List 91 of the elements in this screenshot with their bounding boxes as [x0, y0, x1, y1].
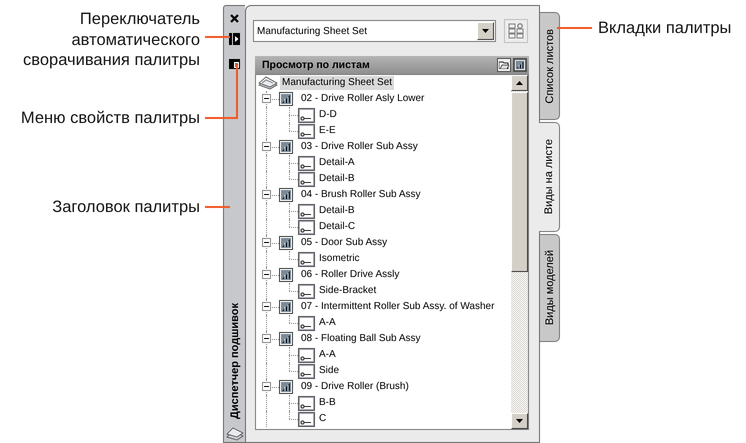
- leader-line: [205, 36, 230, 38]
- view-icon: [298, 348, 315, 362]
- sheet-icon: [279, 188, 293, 202]
- palette-tab[interactable]: Виды моделей: [540, 234, 560, 342]
- view-icon: [298, 412, 315, 426]
- close-button[interactable]: [230, 14, 239, 23]
- down-arrow-icon: [516, 419, 523, 423]
- view-name[interactable]: Detail-A: [317, 156, 357, 170]
- view-name[interactable]: Side: [317, 364, 342, 378]
- view-icon: [298, 364, 315, 378]
- view-name[interactable]: Detail-B: [317, 204, 357, 218]
- callout-label: Меню свойств палитры: [20, 108, 200, 128]
- callout-label: Заголовок палитры: [52, 197, 200, 218]
- view-icon: [298, 396, 315, 410]
- sheet-icon: [279, 300, 293, 314]
- view-icon: [298, 108, 315, 122]
- view-name[interactable]: B-B: [317, 396, 338, 410]
- view-icon: [298, 124, 315, 138]
- properties-menu-button[interactable]: [229, 59, 240, 69]
- leader-line: [205, 206, 230, 208]
- open-button[interactable]: [497, 58, 511, 72]
- view-name[interactable]: A-A: [317, 348, 338, 362]
- sheet-name[interactable]: 09 - Drive Roller (Brush): [299, 380, 411, 394]
- minus-icon: [263, 95, 270, 102]
- scroll-down-button[interactable]: [511, 413, 528, 429]
- view-name[interactable]: A-A: [317, 316, 338, 330]
- collapse-toggle[interactable]: [262, 190, 271, 199]
- minus-icon: [263, 303, 270, 310]
- minus-icon: [263, 383, 270, 390]
- sheet-name[interactable]: 02 - Drive Roller Asly Lower: [299, 92, 426, 106]
- collapse-toggle[interactable]: [262, 142, 271, 151]
- view-name[interactable]: Side-Bracket: [317, 284, 378, 298]
- window-icon: [229, 59, 240, 69]
- palette-tab[interactable]: Список листов: [540, 12, 560, 120]
- view-icon: [298, 252, 315, 266]
- scroll-up-button[interactable]: [511, 75, 528, 91]
- view-name[interactable]: Isometric: [317, 252, 362, 266]
- callout-label: Переключатель автоматического сворачивания палитры: [23, 9, 200, 70]
- view-icon: [298, 156, 315, 170]
- collapse-toggle[interactable]: [262, 382, 271, 391]
- minus-icon: [263, 143, 270, 150]
- view-icon: [298, 316, 315, 330]
- view-icon: [298, 284, 315, 298]
- bar-triangle-icon: [229, 33, 240, 45]
- scroll-thumb[interactable]: [511, 92, 528, 272]
- collapse-toggle[interactable]: [262, 270, 271, 279]
- view-icon: [298, 220, 315, 234]
- folder-icon: [499, 61, 509, 69]
- sheet-icon: [279, 332, 293, 346]
- minus-icon: [263, 335, 270, 342]
- sheet-icon: [279, 140, 293, 154]
- view-icon: [298, 204, 315, 218]
- close-icon: [230, 14, 239, 23]
- palette-title: Диспетчер подшивок: [228, 303, 240, 419]
- view-name[interactable]: E-E: [317, 124, 338, 138]
- view-name[interactable]: Detail-C: [317, 220, 358, 234]
- collapse-toggle[interactable]: [262, 238, 271, 247]
- sheet-name[interactable]: 03 - Drive Roller Sub Assy: [299, 140, 420, 154]
- callout-label: Вкладки палитры: [598, 18, 732, 38]
- leader-line: [557, 27, 592, 29]
- up-arrow-icon: [516, 81, 523, 85]
- sheet-name[interactable]: 04 - Brush Roller Sub Assy: [299, 188, 422, 202]
- dropdown-arrow-icon: [482, 29, 489, 33]
- sheet-set-dropdown[interactable]: Manufacturing Sheet Set: [253, 20, 496, 42]
- minus-icon: [263, 191, 270, 198]
- palette-tab[interactable]: Виды на листе: [539, 122, 560, 232]
- sheet-icon: [279, 92, 293, 106]
- sheet-name[interactable]: 08 - Floating Ball Sub Assy: [299, 332, 423, 346]
- panel-header: Просмотр по листам: [262, 59, 371, 71]
- layout-options-button[interactable]: [504, 19, 528, 43]
- collapse-toggle[interactable]: [262, 334, 271, 343]
- collapse-toggle[interactable]: [262, 94, 271, 103]
- sheet-name[interactable]: 07 - Intermittent Roller Sub Assy. of Washer: [299, 300, 496, 314]
- sheet-icon: [279, 268, 293, 282]
- sheet-icon: [279, 236, 293, 250]
- sheet-icon: [279, 380, 293, 394]
- view-name[interactable]: C: [317, 412, 328, 426]
- view-name[interactable]: Detail-B: [317, 172, 357, 186]
- sheet-view-button[interactable]: [513, 58, 527, 72]
- auto-hide-button[interactable]: [229, 33, 240, 45]
- minus-icon: [263, 271, 270, 278]
- sheet-icon: [514, 59, 526, 71]
- grid-gear-icon: [508, 23, 524, 39]
- collapse-toggle[interactable]: [262, 302, 271, 311]
- minus-icon: [263, 239, 270, 246]
- view-name[interactable]: D-D: [317, 108, 339, 122]
- view-icon: [298, 172, 315, 186]
- sheet-name[interactable]: 06 - Roller Drive Assly: [299, 268, 402, 282]
- sheet-set-name[interactable]: Manufacturing Sheet Set: [280, 76, 394, 90]
- sheet-name[interactable]: 05 - Door Sub Assy: [299, 236, 390, 250]
- leader-line: [205, 64, 238, 119]
